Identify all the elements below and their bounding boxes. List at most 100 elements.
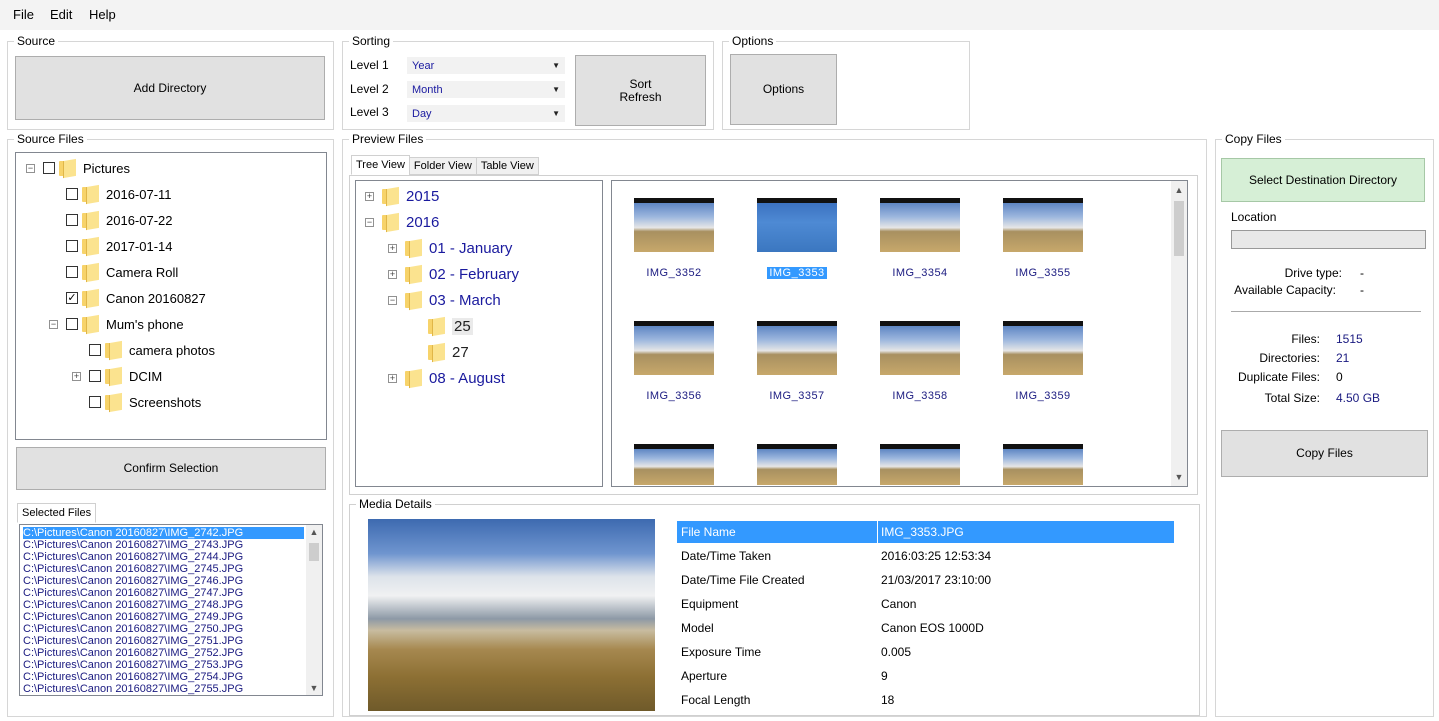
preview-tree-item[interactable]: +2015 [365,185,439,207]
thumbnail-image[interactable] [1003,198,1083,252]
options-button[interactable]: Options [730,54,837,125]
thumbnail-image[interactable] [1003,321,1083,375]
tab-folder-view[interactable]: Folder View [408,157,477,175]
scroll-up-icon[interactable]: ▲ [306,527,322,537]
checkbox[interactable] [66,240,78,252]
list-item[interactable]: C:\Pictures\Canon 20160827\IMG_2749.JPG [23,611,304,623]
location-field[interactable] [1231,230,1426,249]
list-item[interactable]: C:\Pictures\Canon 20160827\IMG_2752.JPG [23,647,304,659]
thumbnail-image[interactable] [634,198,714,252]
source-tree-item[interactable]: − Mum's phone [49,313,184,335]
sort-refresh-button[interactable]: Sort Refresh [575,55,706,126]
collapse-icon[interactable]: − [49,319,58,329]
selected-files-scrollbar[interactable]: ▲ ▼ [306,525,322,695]
preview-tree-item[interactable]: +01 - January [388,237,512,259]
checkbox[interactable]: ✓ [66,292,78,304]
scroll-thumb[interactable] [1174,201,1184,256]
select-destination-button[interactable]: Select Destination Directory [1221,158,1425,202]
list-item[interactable]: C:\Pictures\Canon 20160827\IMG_2750.JPG [23,623,304,635]
checkbox[interactable] [66,214,78,226]
expand-icon[interactable]: + [72,371,81,381]
level-3-select[interactable]: Day ▼ [407,105,565,122]
thumbnail-image[interactable] [880,198,960,252]
preview-tree-item[interactable]: +08 - August [388,367,505,389]
scroll-down-icon[interactable]: ▼ [306,683,322,693]
source-tree-item[interactable]: Camera Roll [49,261,178,283]
source-tree-item[interactable]: ✓ Canon 20160827 [49,287,206,309]
thumbnail-image[interactable] [757,198,837,252]
level-1-select[interactable]: Year ▼ [407,57,565,74]
thumbnail-label[interactable]: IMG_3355 [993,267,1093,279]
menu-edit[interactable]: Edit [50,7,72,22]
menu-help[interactable]: Help [89,7,116,22]
thumbnail-label[interactable]: IMG_3353 [747,267,847,279]
thumbnail-label[interactable]: IMG_3352 [624,267,724,279]
thumbnail-image[interactable] [880,444,960,485]
thumbnail-label[interactable]: IMG_3356 [624,390,724,402]
list-item[interactable]: C:\Pictures\Canon 20160827\IMG_2753.JPG [23,659,304,671]
list-item[interactable]: C:\Pictures\Canon 20160827\IMG_2746.JPG [23,575,304,587]
table-row[interactable]: Exposure Time 0.005 [677,641,1174,663]
thumbnail-scrollbar[interactable]: ▲ ▼ [1171,181,1187,486]
tab-selected-files[interactable]: Selected Files [17,503,97,523]
source-tree-item[interactable]: 2016-07-22 [49,209,173,231]
list-item[interactable]: C:\Pictures\Canon 20160827\IMG_2755.JPG [23,683,304,695]
preview-tree-item[interactable]: 27 [411,341,469,363]
thumbnail-label[interactable]: IMG_3359 [993,390,1093,402]
source-tree-item[interactable]: − Pictures [26,157,130,179]
list-item[interactable]: C:\Pictures\Canon 20160827\IMG_2744.JPG [23,551,304,563]
checkbox[interactable] [66,266,78,278]
expand-icon[interactable]: + [388,373,397,383]
preview-tree-item[interactable]: 25 [411,315,473,337]
scroll-down-icon[interactable]: ▼ [1171,472,1187,482]
add-directory-button[interactable]: Add Directory [15,56,325,120]
table-row[interactable]: Aperture 9 [677,665,1174,687]
level-2-select[interactable]: Month ▼ [407,81,565,98]
thumbnail-label[interactable]: IMG_3357 [747,390,847,402]
expand-icon[interactable]: + [365,191,374,201]
collapse-icon[interactable]: − [365,217,374,227]
expand-icon[interactable]: + [388,243,397,253]
list-item[interactable]: C:\Pictures\Canon 20160827\IMG_2747.JPG [23,587,304,599]
collapse-icon[interactable]: − [26,163,35,173]
source-tree-item[interactable]: + DCIM [72,365,162,387]
list-item[interactable]: C:\Pictures\Canon 20160827\IMG_2754.JPG [23,671,304,683]
source-tree-item[interactable]: Screenshots [72,391,201,413]
tab-tree-view[interactable]: Tree View [351,155,410,175]
checkbox[interactable] [89,370,101,382]
thumbnail-image[interactable] [757,444,837,485]
checkbox[interactable] [89,344,101,356]
tab-table-view[interactable]: Table View [475,157,539,175]
preview-tree-item[interactable]: +02 - February [388,263,519,285]
thumbnail-image[interactable] [634,444,714,485]
table-row[interactable]: File Name IMG_3353.JPG [677,521,1174,543]
preview-tree-item[interactable]: − 03 - March [388,289,501,311]
collapse-icon[interactable]: − [388,295,397,305]
confirm-selection-button[interactable]: Confirm Selection [16,447,326,490]
preview-tree-item[interactable]: − 2016 [365,211,439,233]
expand-icon[interactable]: + [388,269,397,279]
thumbnail-image[interactable] [634,321,714,375]
scroll-up-icon[interactable]: ▲ [1171,185,1187,195]
menu-file[interactable]: File [13,7,34,22]
table-row[interactable]: Date/Time File Created 21/03/2017 23:10:0… [677,569,1174,591]
thumbnail-image[interactable] [757,321,837,375]
thumbnail-label[interactable]: IMG_3358 [870,390,970,402]
table-row[interactable]: Equipment Canon [677,593,1174,615]
checkbox[interactable] [89,396,101,408]
list-item[interactable]: C:\Pictures\Canon 20160827\IMG_2745.JPG [23,563,304,575]
thumbnail-image[interactable] [1003,444,1083,485]
thumbnail-label[interactable]: IMG_3354 [870,267,970,279]
copy-files-button[interactable]: Copy Files [1221,430,1428,477]
list-item[interactable]: C:\Pictures\Canon 20160827\IMG_2742.JPG [23,527,304,539]
source-tree-item[interactable]: 2017-01-14 [49,235,173,257]
checkbox[interactable] [66,188,78,200]
source-tree-item[interactable]: 2016-07-11 [49,183,172,205]
scroll-thumb[interactable] [309,543,319,561]
table-row[interactable]: Date/Time Taken 2016:03:25 12:53:34 [677,545,1174,567]
source-tree-item[interactable]: camera photos [72,339,215,361]
list-item[interactable]: C:\Pictures\Canon 20160827\IMG_2748.JPG [23,599,304,611]
table-row[interactable]: Focal Length 18 [677,689,1174,711]
list-item[interactable]: C:\Pictures\Canon 20160827\IMG_2751.JPG [23,635,304,647]
thumbnail-image[interactable] [880,321,960,375]
